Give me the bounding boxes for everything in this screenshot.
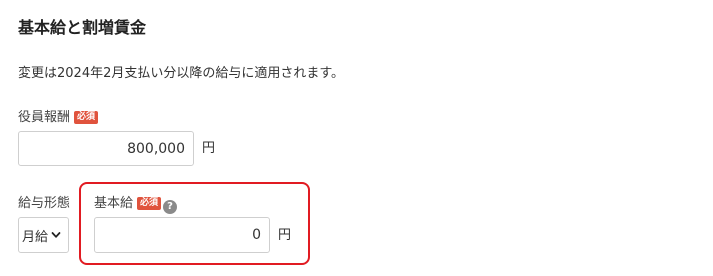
base-pay-input[interactable] bbox=[94, 217, 270, 253]
base-pay-label: 基本給 bbox=[94, 196, 134, 211]
pay-type-label: 給与形態 bbox=[18, 196, 71, 211]
officer-pay-input[interactable] bbox=[18, 131, 194, 166]
required-badge: 必須 bbox=[137, 197, 162, 210]
effective-date-notice: 変更は2024年2月支払い分以降の給与に適用されます。 bbox=[18, 66, 345, 81]
help-icon[interactable]: ? bbox=[163, 200, 178, 214]
required-badge: 必須 bbox=[74, 111, 99, 124]
officer-pay-label-group: 役員報酬 必須 bbox=[18, 109, 99, 127]
base-pay-unit: 円 bbox=[278, 228, 292, 243]
pay-type-selected-value: 月給 bbox=[22, 229, 49, 245]
section-title: 基本給と割増賃金 bbox=[18, 18, 147, 37]
officer-pay-label: 役員報酬 bbox=[18, 110, 71, 125]
chevron-down-icon bbox=[51, 232, 61, 238]
base-pay-label-group: 基本給 必須? bbox=[94, 195, 178, 214]
pay-type-select[interactable]: 月給 bbox=[18, 217, 69, 253]
officer-pay-unit: 円 bbox=[202, 141, 216, 156]
